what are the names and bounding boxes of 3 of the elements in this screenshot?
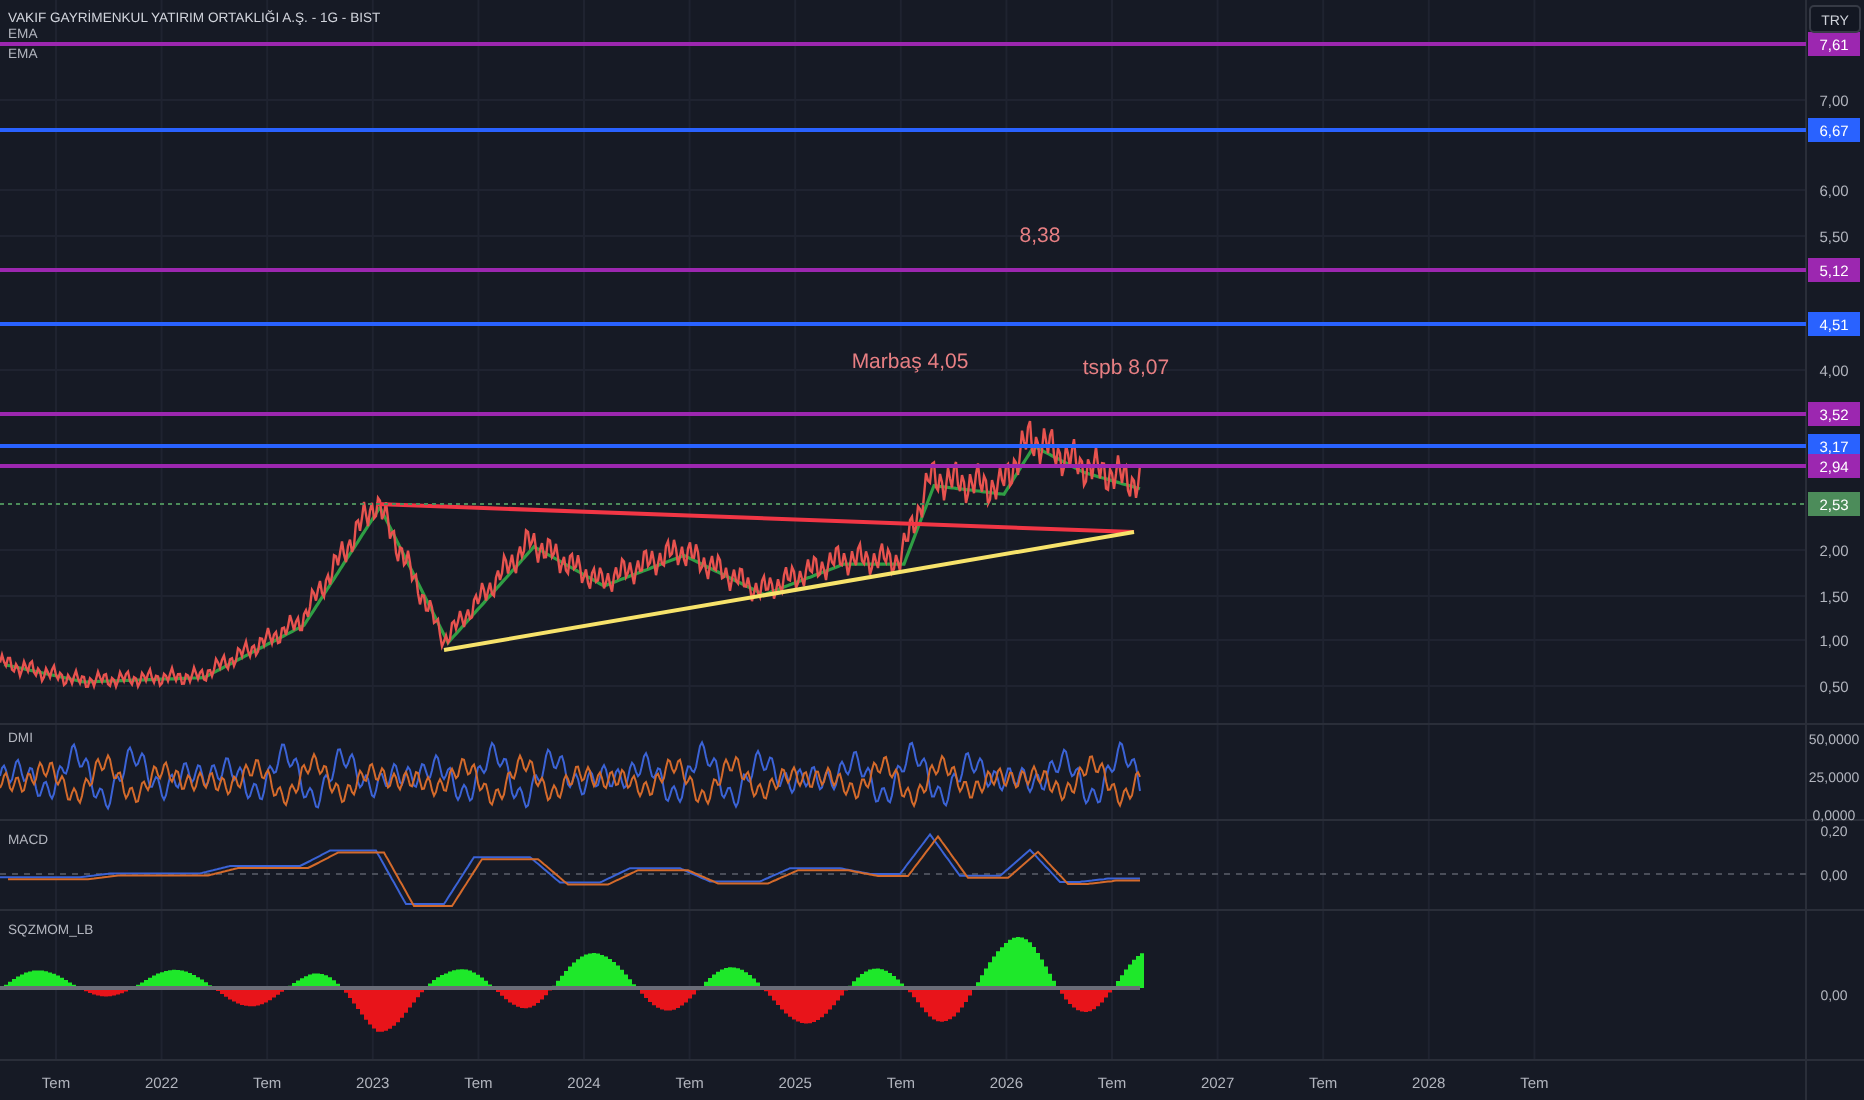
chart-annotation: 8,38: [1019, 224, 1061, 248]
chart-annotation: tspb 8,07: [1082, 356, 1170, 380]
chart-annotation: Marbaş 4,05: [851, 350, 969, 374]
